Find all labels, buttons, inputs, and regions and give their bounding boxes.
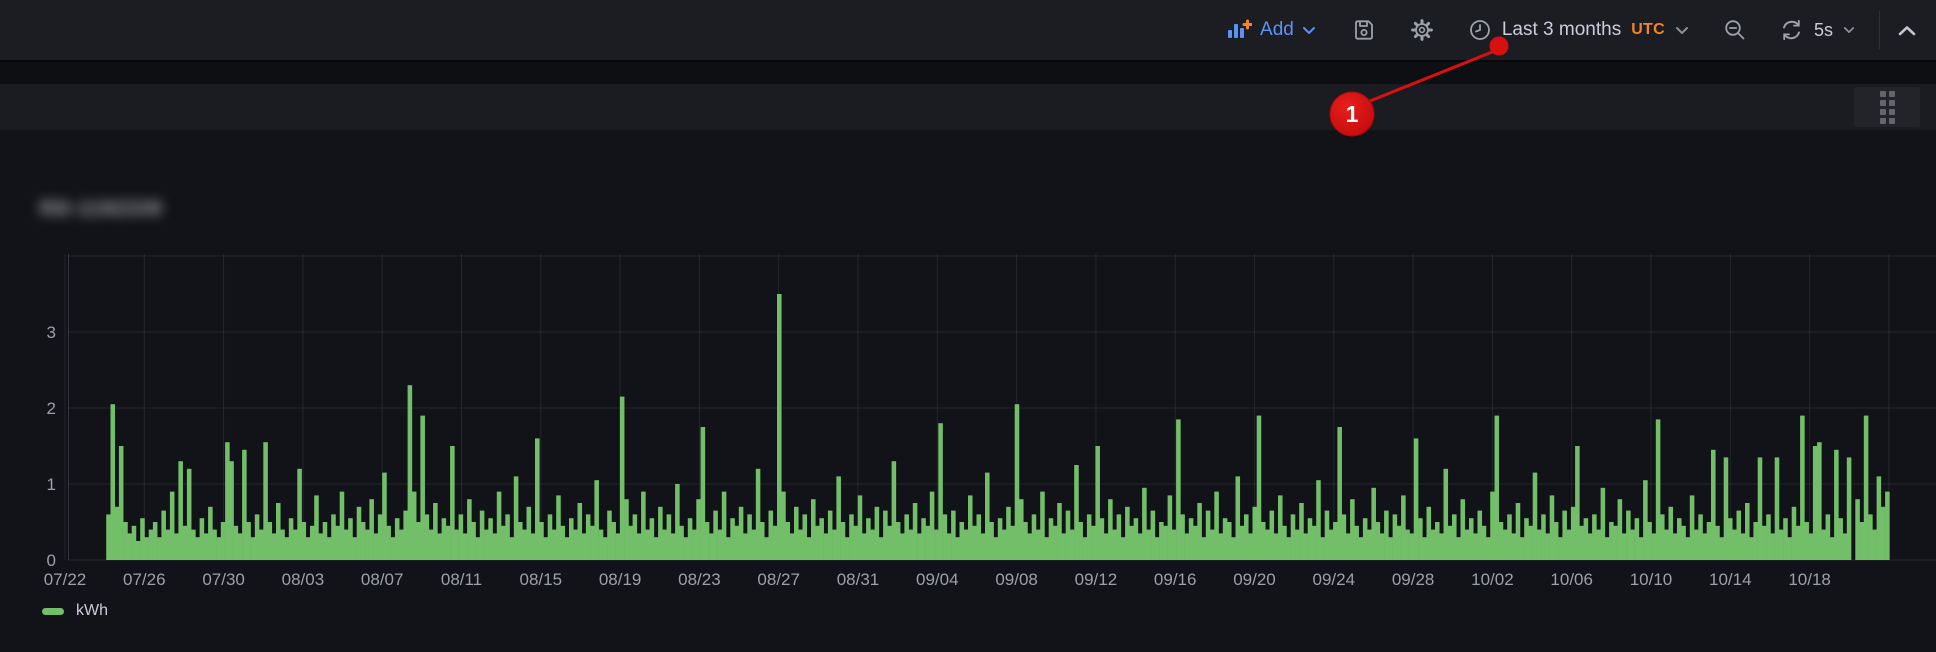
- panel-header-row: [0, 84, 1936, 130]
- x-tick-label: 09/12: [1075, 570, 1118, 589]
- zoom-out-icon: [1723, 18, 1747, 42]
- x-tick-label: 08/11: [441, 570, 482, 589]
- chevron-up-icon: [1898, 25, 1916, 36]
- chevron-down-icon: [1675, 26, 1689, 35]
- legend-series-label[interactable]: kWh: [76, 602, 108, 620]
- legend-series-swatch[interactable]: [42, 608, 64, 615]
- dashboard-settings-button[interactable]: [1410, 18, 1434, 42]
- panel-drag-handle[interactable]: [1854, 87, 1920, 127]
- chart-legend: kWh: [42, 602, 108, 620]
- x-tick-label: 09/08: [995, 570, 1038, 589]
- add-button-label: Add: [1260, 19, 1294, 41]
- refresh-picker[interactable]: 5s: [1779, 18, 1855, 43]
- drag-handle-icon: [1880, 91, 1895, 124]
- chevron-down-icon: [1302, 26, 1316, 35]
- zoom-out-time-button[interactable]: [1723, 18, 1747, 42]
- x-tick-label: 08/15: [520, 570, 563, 589]
- add-panel-icon: [1226, 19, 1252, 41]
- x-tick-label: 09/28: [1392, 570, 1435, 589]
- collapse-toolbar-button[interactable]: [1898, 25, 1916, 36]
- save-dashboard-button[interactable]: [1352, 18, 1376, 42]
- x-tick-label: 09/24: [1313, 570, 1356, 589]
- x-tick-label: 10/02: [1471, 570, 1514, 589]
- x-tick-label: 08/23: [678, 570, 721, 589]
- time-range-label: Last 3 months: [1502, 19, 1621, 41]
- clock-icon: [1468, 18, 1492, 42]
- x-tick-label: 10/06: [1550, 570, 1593, 589]
- y-axis-labels: 0 1 2 3: [47, 323, 56, 570]
- x-tick-label: 08/07: [361, 570, 404, 589]
- chart-gridlines: [65, 254, 1936, 560]
- y-tick-label: 0: [47, 551, 56, 570]
- toolbar-divider: [1879, 11, 1880, 49]
- y-tick-label: 1: [47, 475, 56, 494]
- gear-icon: [1410, 18, 1434, 42]
- panel-title-blurred[interactable]: RD-1192339: [40, 198, 162, 221]
- kwh-timeseries-chart[interactable]: 012307/2207/2607/3008/0308/0708/1108/150…: [0, 240, 1936, 600]
- x-tick-label: 08/31: [837, 570, 880, 589]
- x-tick-label: 08/27: [757, 570, 800, 589]
- refresh-icon: [1779, 18, 1804, 43]
- x-tick-label: 08/03: [282, 570, 325, 589]
- timezone-label: UTC: [1631, 21, 1665, 39]
- x-tick-label: 09/20: [1233, 570, 1276, 589]
- x-tick-label: 09/16: [1154, 570, 1197, 589]
- x-axis-labels: 07/22 07/26 07/30 08/03 08/07 08/11 08/15 08/19…: [44, 570, 1831, 589]
- kwh-series-bars: [106, 294, 1889, 560]
- y-tick-label: 2: [47, 399, 56, 418]
- x-tick-label: 07/30: [202, 570, 245, 589]
- x-tick-label: 10/10: [1630, 570, 1673, 589]
- x-tick-label: 09/04: [916, 570, 959, 589]
- x-tick-label: 07/26: [123, 570, 166, 589]
- time-range-picker[interactable]: Last 3 months UTC: [1464, 12, 1693, 48]
- save-icon: [1352, 18, 1376, 42]
- x-tick-label: 08/19: [599, 570, 642, 589]
- dashboard-toolbar: Add: [0, 0, 1936, 62]
- x-tick-label: 10/14: [1709, 570, 1752, 589]
- refresh-interval-label: 5s: [1814, 20, 1833, 41]
- chevron-down-icon: [1843, 26, 1855, 34]
- x-tick-label: 07/22: [44, 570, 87, 589]
- x-tick-label: 10/18: [1788, 570, 1831, 589]
- y-tick-label: 3: [47, 323, 56, 342]
- add-button[interactable]: Add: [1226, 19, 1316, 41]
